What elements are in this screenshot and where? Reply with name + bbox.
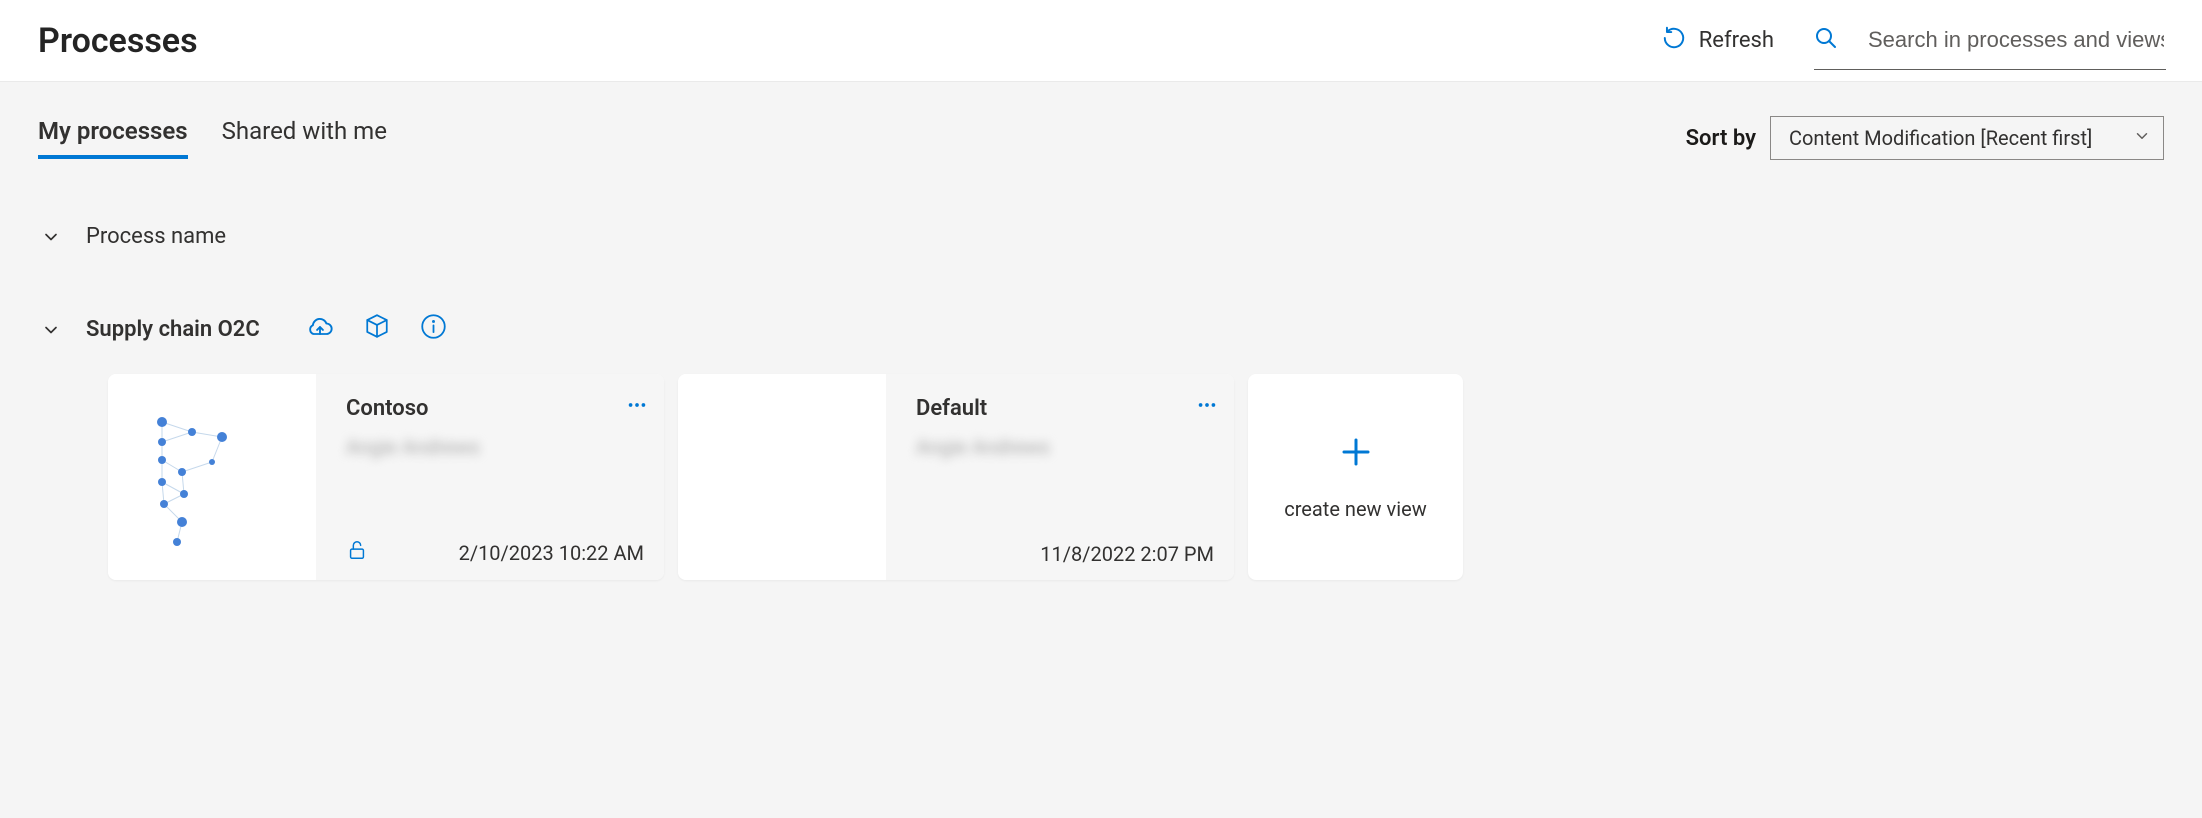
view-card[interactable]: Contoso Angie Andrews 2/10/2023 10:22 AM — [108, 374, 664, 580]
sort-select[interactable]: Content Modification [Recent first] — [1770, 116, 2164, 160]
chevron-down-icon[interactable] — [38, 227, 64, 247]
refresh-label: Refresh — [1699, 28, 1774, 53]
page-title: Processes — [38, 21, 198, 61]
plus-icon — [1338, 434, 1374, 475]
tabs: My processes Shared with me — [38, 117, 387, 159]
chevron-down-icon[interactable] — [38, 320, 64, 340]
sort-selected-text: Content Modification [Recent first] — [1789, 126, 2092, 150]
info-icon[interactable] — [420, 313, 447, 346]
sort-wrap: Sort by Content Modification [Recent fir… — [1686, 116, 2164, 160]
tab-shared-with-me[interactable]: Shared with me — [222, 117, 387, 159]
refresh-button[interactable]: Refresh — [1651, 19, 1784, 62]
view-title: Default — [916, 396, 1214, 421]
group-header-label: Process name — [86, 224, 226, 249]
view-date: 11/8/2022 2:07 PM — [1040, 542, 1214, 566]
view-footer: 11/8/2022 2:07 PM — [916, 542, 1214, 566]
create-new-view-button[interactable]: create new view — [1248, 374, 1463, 580]
view-owner: Angie Andrews — [916, 435, 1050, 459]
process-action-icons — [306, 313, 447, 346]
view-owner: Angie Andrews — [346, 435, 480, 459]
view-date: 2/10/2023 10:22 AM — [459, 541, 644, 565]
refresh-icon — [1661, 25, 1687, 56]
package-icon[interactable] — [364, 313, 390, 346]
view-card-body: Default Angie Andrews 11/8/2022 2:07 PM — [886, 374, 1234, 580]
sort-label: Sort by — [1686, 126, 1756, 151]
view-card-body: Contoso Angie Andrews 2/10/2023 10:22 AM — [316, 374, 664, 580]
view-cards: Contoso Angie Andrews 2/10/2023 10:22 AM — [108, 374, 2164, 580]
tab-my-processes[interactable]: My processes — [38, 117, 188, 159]
view-thumbnail — [108, 374, 316, 580]
group-header-row: Process name — [38, 224, 2164, 249]
main-body: My processes Shared with me Sort by Cont… — [0, 82, 2202, 818]
view-footer: 2/10/2023 10:22 AM — [346, 539, 644, 566]
cloud-upload-icon[interactable] — [306, 313, 334, 346]
more-icon[interactable] — [626, 394, 648, 421]
tabs-row: My processes Shared with me Sort by Cont… — [38, 116, 2164, 160]
header-actions: Refresh — [1651, 19, 2166, 62]
page-header: Processes Refresh — [0, 0, 2202, 82]
view-card[interactable]: Default Angie Andrews 11/8/2022 2:07 PM — [678, 374, 1234, 580]
search-icon — [1814, 26, 1838, 55]
search-input[interactable] — [1866, 26, 2166, 54]
create-new-view-label: create new view — [1284, 497, 1426, 521]
search-wrap[interactable] — [1814, 26, 2166, 70]
view-thumbnail — [678, 374, 886, 580]
more-icon[interactable] — [1196, 394, 1218, 421]
process-name[interactable]: Supply chain O2C — [86, 317, 260, 342]
chevron-down-icon — [2133, 126, 2151, 150]
process-row: Supply chain O2C — [38, 313, 2164, 346]
lock-icon — [346, 539, 368, 566]
view-title: Contoso — [346, 396, 644, 421]
